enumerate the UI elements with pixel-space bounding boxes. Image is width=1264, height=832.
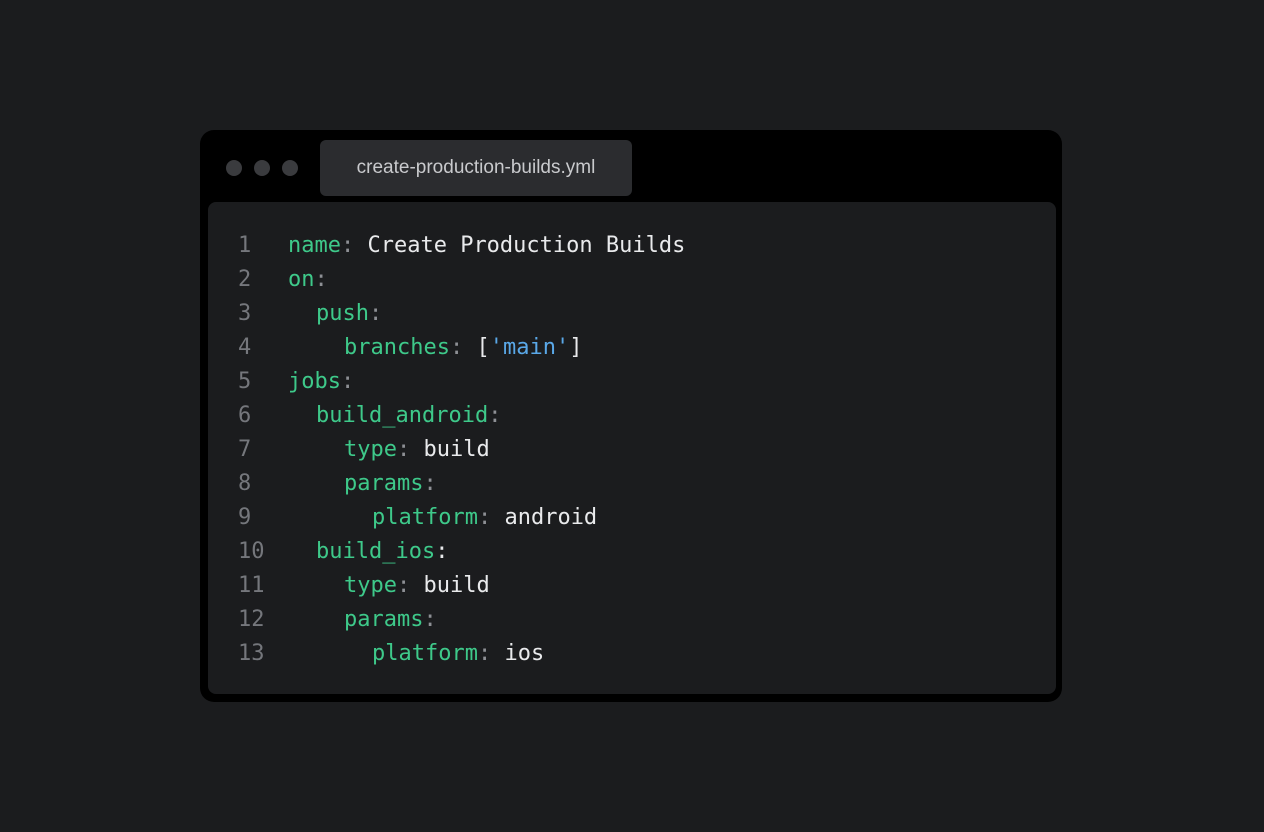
yaml-value: build	[410, 573, 490, 598]
yaml-key: params	[344, 607, 424, 632]
yaml-key: branches	[344, 335, 450, 360]
code-line: 13 platform: ios	[208, 637, 1056, 671]
code-line: 1 name: Create Production Builds	[208, 229, 1056, 263]
line-number: 7	[238, 437, 252, 462]
yaml-colon: :	[340, 369, 355, 394]
yaml-colon: :	[423, 471, 437, 496]
yaml-key: name	[288, 233, 341, 258]
yaml-key: jobs	[288, 369, 341, 394]
yaml-key: type	[344, 573, 397, 598]
code-line: 6 build_android:	[208, 399, 1056, 433]
line-content: type: build	[344, 433, 490, 467]
code-line: 5 jobs:	[208, 365, 1056, 399]
line-number: 10	[238, 539, 265, 564]
line-number: 1	[238, 233, 252, 258]
yaml-colon: :	[340, 233, 355, 258]
code-line: 4 branches: ['main']	[208, 331, 1056, 365]
minimize-dot-icon[interactable]	[254, 160, 270, 176]
code-lines: 1 name: Create Production Builds 2 on: 3 push…	[208, 229, 1056, 671]
line-content: params:	[344, 467, 437, 501]
yaml-value: android	[491, 505, 598, 530]
yaml-colon: :	[396, 573, 411, 598]
yaml-value: ios	[491, 641, 545, 666]
code-line: 8 params:	[208, 467, 1056, 501]
yaml-colon: :	[449, 335, 464, 360]
yaml-colon: :	[477, 505, 492, 530]
yaml-colon: :	[435, 539, 449, 564]
yaml-bracket-open: [	[463, 335, 490, 360]
line-content: on:	[288, 263, 328, 297]
yaml-key: platform	[372, 505, 478, 530]
line-number: 12	[238, 607, 265, 632]
line-number: 13	[238, 641, 265, 666]
line-content: build_ios:	[316, 535, 448, 569]
yaml-key: push	[316, 301, 369, 326]
line-content: type: build	[344, 569, 490, 603]
line-content: build_android:	[316, 399, 501, 433]
yaml-value: build	[410, 437, 490, 462]
yaml-key: on	[288, 267, 315, 292]
yaml-value: Create Production Builds	[354, 233, 686, 258]
code-line: 2 on:	[208, 263, 1056, 297]
yaml-colon: :	[488, 403, 502, 428]
code-line: 7 type: build	[208, 433, 1056, 467]
line-number: 4	[238, 335, 252, 360]
yaml-colon: :	[423, 607, 437, 632]
code-line: 3 push:	[208, 297, 1056, 331]
code-window: create-production-builds.yml 1 name: Crea…	[200, 130, 1062, 702]
line-number: 11	[238, 573, 265, 598]
line-content: branches: ['main']	[344, 331, 582, 365]
window-controls	[226, 160, 298, 176]
yaml-string: 'main'	[489, 335, 570, 360]
line-content: platform: android	[372, 501, 597, 535]
yaml-key: platform	[372, 641, 478, 666]
close-dot-icon[interactable]	[226, 160, 242, 176]
line-content: jobs:	[288, 365, 354, 399]
line-number: 6	[238, 403, 252, 428]
line-content: platform: ios	[372, 637, 544, 671]
maximize-dot-icon[interactable]	[282, 160, 298, 176]
line-number: 8	[238, 471, 252, 496]
line-number: 9	[238, 505, 252, 530]
yaml-key: build_android	[316, 403, 489, 428]
code-editor[interactable]: 1 name: Create Production Builds 2 on: 3 push…	[208, 202, 1056, 694]
code-line: 12 params:	[208, 603, 1056, 637]
file-tab-label: create-production-builds.yml	[356, 157, 596, 178]
line-content: push:	[316, 297, 382, 331]
line-number: 5	[238, 369, 252, 394]
yaml-bracket-close: ]	[569, 335, 583, 360]
code-line: 10 build_ios:	[208, 535, 1056, 569]
code-line: 11 type: build	[208, 569, 1056, 603]
line-content: params:	[344, 603, 437, 637]
line-number: 3	[238, 301, 252, 326]
yaml-colon: :	[396, 437, 411, 462]
yaml-key: type	[344, 437, 397, 462]
line-number: 2	[238, 267, 252, 292]
file-tab[interactable]: create-production-builds.yml	[320, 140, 632, 196]
line-content: name: Create Production Builds	[288, 229, 685, 263]
yaml-key: params	[344, 471, 424, 496]
yaml-colon: :	[368, 301, 383, 326]
yaml-colon: :	[314, 267, 328, 292]
code-line: 9 platform: android	[208, 501, 1056, 535]
yaml-colon: :	[477, 641, 492, 666]
yaml-key: build_ios	[316, 539, 436, 564]
